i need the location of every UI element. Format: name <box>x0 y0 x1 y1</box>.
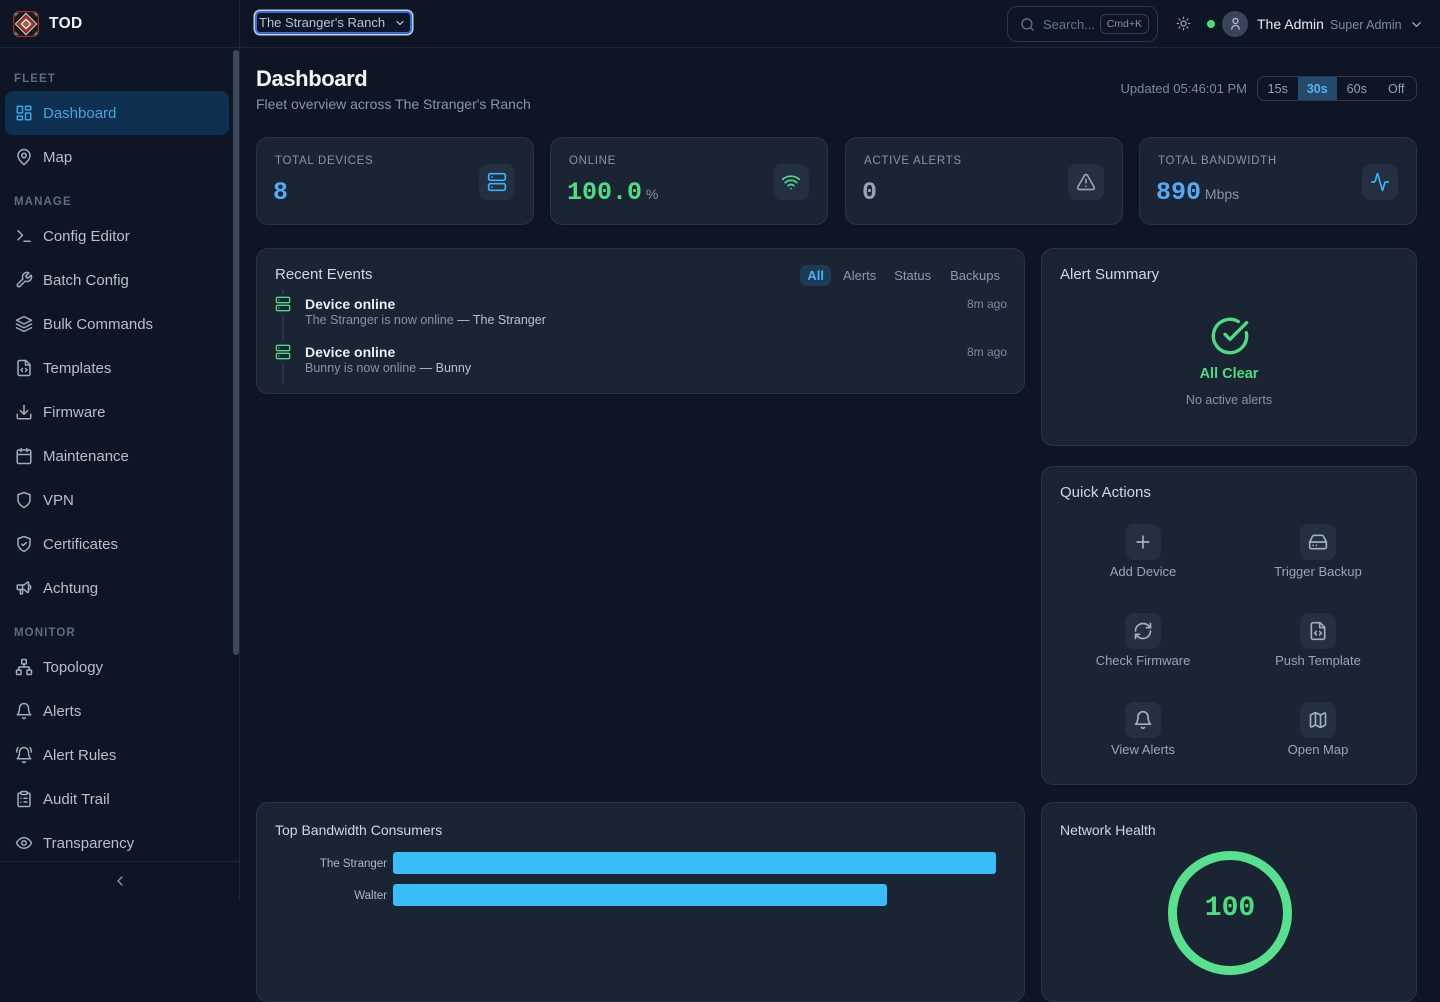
svg-text:100: 100 <box>1205 893 1255 924</box>
